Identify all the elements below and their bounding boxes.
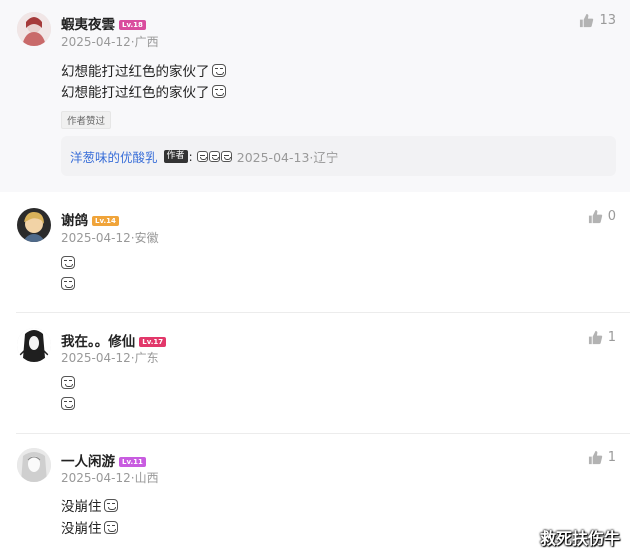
comment-item: 我在。。修仙 Lv.17 2025-04-12·广东 1 xyxy=(0,313,630,433)
level-badge: Lv.11 xyxy=(119,457,146,467)
laugh-emoji-icon xyxy=(103,520,118,534)
like-button[interactable]: 1 xyxy=(588,450,616,465)
comment-date: 2025-04-12 xyxy=(61,351,131,365)
comment-text: 幻想能打过红色的家伙了 xyxy=(61,85,210,101)
comment-meta: 2025-04-12·广东 xyxy=(61,349,159,366)
like-button[interactable]: 13 xyxy=(579,13,616,28)
username-text[interactable]: 谢鸽 xyxy=(61,213,88,229)
level-badge: Lv.14 xyxy=(92,216,119,226)
username-text[interactable]: 蝦夷夜雲 xyxy=(61,17,115,33)
avatar[interactable] xyxy=(17,328,51,362)
author-liked-tag: 作者赞过 xyxy=(61,111,112,129)
comment-text: 没崩住 xyxy=(61,521,102,537)
comment-text-line xyxy=(61,277,75,290)
comment-text: 幻想能打过红色的家伙了 xyxy=(61,64,210,80)
comment-text-line: 幻想能打过红色的家伙了 xyxy=(61,81,226,101)
laugh-emoji-icon xyxy=(61,256,75,269)
laugh-emoji-icon xyxy=(61,277,75,290)
like-count: 0 xyxy=(607,209,616,224)
thumbs-up-icon xyxy=(580,13,594,28)
comment-location: 广西 xyxy=(134,35,159,49)
laugh-emoji-icon xyxy=(61,397,75,410)
comment-meta: 2025-04-12·广西 xyxy=(61,33,159,50)
avatar-image xyxy=(17,448,51,482)
comment-text-line: 没崩住 xyxy=(61,495,118,515)
reply-meta: 2025-04-13·辽宁 xyxy=(237,147,339,166)
avatar[interactable] xyxy=(17,12,51,46)
reply-username[interactable]: 洋葱味的优酸乳 xyxy=(70,147,158,166)
like-count: 1 xyxy=(607,330,616,345)
comment-text-line xyxy=(61,397,75,410)
laugh-emoji-icon xyxy=(103,498,118,512)
thumbs-up-icon xyxy=(588,209,602,224)
like-count: 13 xyxy=(599,13,616,28)
comment-text-line xyxy=(61,256,75,269)
comment-date: 2025-04-12 xyxy=(61,35,131,49)
comment-date: 2025-04-12 xyxy=(61,471,131,485)
laugh-emoji-icon xyxy=(211,84,226,98)
reply-colon: : xyxy=(188,148,193,164)
comment-item: 一人闲游 Lv.11 2025-04-12·山西 1 没崩住 没崩住 xyxy=(0,434,630,557)
thumbs-up-icon xyxy=(588,330,602,345)
level-badge: Lv.17 xyxy=(139,337,167,347)
comment-text-line: 没崩住 xyxy=(61,517,118,537)
comment-location: 山西 xyxy=(134,471,159,485)
comment-date: 2025-04-12 xyxy=(61,231,131,245)
comment-text-line: 幻想能打过红色的家伙了 xyxy=(61,60,226,80)
avatar[interactable] xyxy=(17,448,51,482)
username[interactable]: 蝦夷夜雲 Lv.18 xyxy=(61,13,146,33)
comment-item: 蝦夷夜雲 Lv.18 2025-04-12·广西 13 幻想能打过红色的家伙了 幻… xyxy=(0,0,630,192)
watermark: 救死扶伤牛 xyxy=(539,529,620,548)
level-badge: Lv.18 xyxy=(119,20,146,30)
like-button[interactable]: 0 xyxy=(588,209,616,224)
comment-text: 没崩住 xyxy=(61,499,102,515)
comment-item: 谢鸽 Lv.14 2025-04-12·安徽 0 xyxy=(0,192,630,312)
like-button[interactable]: 1 xyxy=(588,330,616,345)
comment-meta: 2025-04-12·安徽 xyxy=(61,229,159,246)
author-badge: 作者 xyxy=(163,149,188,163)
username-text[interactable]: 我在。。修仙 xyxy=(61,334,135,350)
thumbs-up-icon xyxy=(588,450,602,465)
username[interactable]: 我在。。修仙 Lv.17 xyxy=(61,330,167,350)
reply-preview[interactable]: 洋葱味的优酸乳 作者 : 2025-04-13·辽宁 xyxy=(61,136,616,176)
avatar-image xyxy=(17,12,51,46)
avatar-image xyxy=(17,328,51,362)
comment-location: 广东 xyxy=(134,351,159,365)
laugh-emoji-icon xyxy=(220,150,232,162)
comment-meta: 2025-04-12·山西 xyxy=(61,469,159,486)
laugh-emoji-icon xyxy=(208,150,220,162)
avatar-image xyxy=(17,208,51,242)
username-text[interactable]: 一人闲游 xyxy=(61,454,115,470)
username[interactable]: 谢鸽 Lv.14 xyxy=(61,209,119,229)
comment-location: 安徽 xyxy=(134,231,159,245)
like-count: 1 xyxy=(607,450,616,465)
username[interactable]: 一人闲游 Lv.11 xyxy=(61,450,146,470)
laugh-emoji-icon xyxy=(196,150,208,162)
laugh-emoji-icon xyxy=(61,376,75,389)
comment-text-line xyxy=(61,376,75,389)
reply-location: 辽宁 xyxy=(313,149,339,165)
avatar[interactable] xyxy=(17,208,51,242)
laugh-emoji-icon xyxy=(211,63,226,77)
reply-date: 2025-04-13 xyxy=(236,149,310,165)
